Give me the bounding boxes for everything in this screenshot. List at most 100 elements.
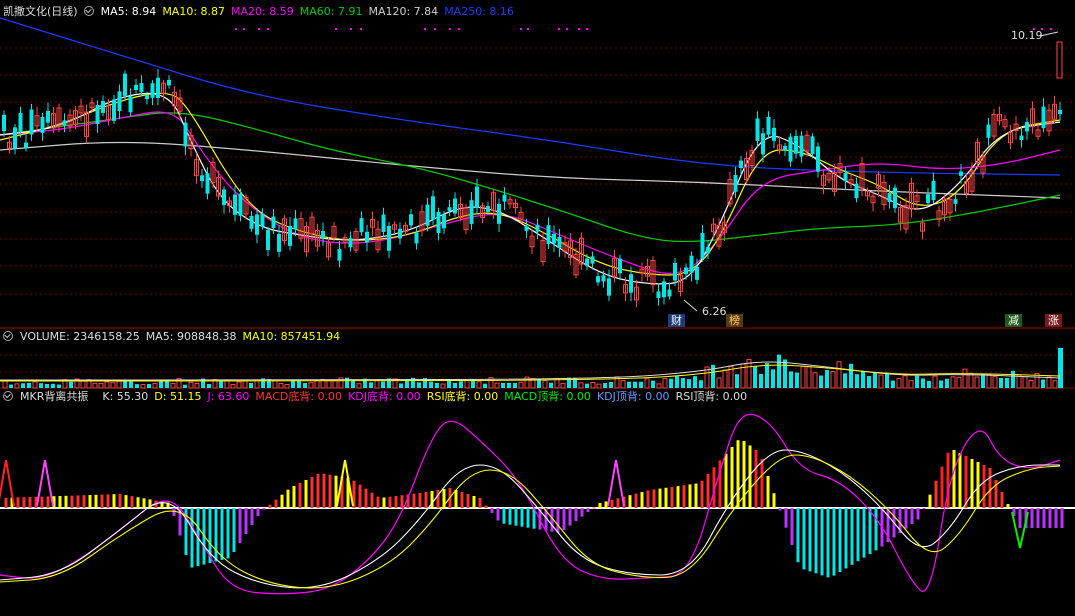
candle-body-down bbox=[524, 226, 529, 231]
candle-body-down bbox=[502, 194, 507, 202]
event-badge-limitup[interactable]: 涨 bbox=[1045, 314, 1062, 327]
volume-bar bbox=[867, 376, 871, 388]
volume-bar bbox=[147, 383, 151, 388]
volume-ma5-line bbox=[0, 361, 1061, 381]
candle-body-down bbox=[475, 186, 479, 208]
volume-settings-icon[interactable] bbox=[3, 331, 13, 341]
macd-histogram-bar bbox=[16, 497, 20, 508]
volume-bar bbox=[507, 382, 511, 388]
macd-histogram-bar bbox=[802, 508, 806, 570]
candle-body-down bbox=[2, 114, 6, 132]
macd-histogram-bar bbox=[592, 507, 596, 509]
event-badge-rank[interactable]: 榜 bbox=[726, 314, 743, 327]
candle-body-down bbox=[348, 237, 353, 248]
volume-bar bbox=[1041, 379, 1045, 388]
volume-bar bbox=[735, 374, 739, 388]
settings-circle-icon[interactable] bbox=[83, 6, 94, 16]
candle-last bbox=[1056, 41, 1063, 79]
volume-bar bbox=[908, 380, 914, 389]
macd-histogram-bar bbox=[910, 508, 914, 524]
volume-bar bbox=[560, 382, 566, 389]
volume-bar bbox=[165, 381, 169, 388]
macd-histogram-bar bbox=[124, 495, 128, 508]
volume-bar bbox=[1011, 370, 1015, 388]
ind-label-3: MACD底背: 0.00 bbox=[255, 390, 343, 403]
macd-histogram-bar bbox=[586, 508, 590, 512]
candle-body-down bbox=[469, 200, 474, 225]
candle-body-down bbox=[271, 216, 276, 229]
volume-bar bbox=[1052, 380, 1058, 389]
macd-histogram-bar bbox=[976, 462, 980, 508]
volume-bar bbox=[873, 372, 877, 388]
volume-bar bbox=[278, 382, 284, 389]
candle-body-down bbox=[205, 173, 210, 194]
volume-bar bbox=[513, 382, 517, 388]
macd-histogram-bar bbox=[172, 508, 176, 516]
macd-histogram-bar bbox=[460, 492, 464, 508]
macd-histogram-bar bbox=[832, 508, 836, 576]
macd-histogram-bar bbox=[328, 474, 332, 508]
macd-histogram-bar bbox=[1000, 492, 1004, 508]
macd-histogram-bar bbox=[556, 508, 560, 533]
macd-histogram-bar bbox=[274, 499, 278, 508]
volume-bar bbox=[830, 370, 836, 389]
candle-body-down bbox=[150, 83, 155, 98]
event-badge-reduce[interactable]: 减 bbox=[1005, 314, 1022, 327]
candle-body-down bbox=[62, 120, 67, 126]
macd-histogram-bar bbox=[868, 508, 872, 554]
signal-dot bbox=[458, 28, 460, 30]
macd-histogram-bar bbox=[250, 508, 254, 525]
volume-bar bbox=[956, 376, 962, 389]
signal-dot bbox=[586, 28, 588, 30]
volume-bar bbox=[1022, 376, 1028, 389]
macd-histogram-bar bbox=[940, 466, 944, 508]
candle-body-down bbox=[788, 136, 793, 162]
ind-label-1: D: 51.15 bbox=[154, 390, 202, 403]
candle-body-down bbox=[436, 211, 441, 233]
candle-body-down bbox=[497, 203, 501, 224]
macd-histogram-bar bbox=[562, 508, 566, 530]
macd-histogram-bar bbox=[478, 498, 482, 508]
ma-label-5: MA250: 8.16 bbox=[444, 5, 514, 18]
macd-histogram-bar bbox=[598, 503, 602, 508]
macd-histogram-bar bbox=[238, 508, 242, 543]
ma120-line bbox=[0, 141, 1061, 199]
volume-bar bbox=[459, 381, 463, 388]
candle-body-down bbox=[134, 84, 138, 90]
macd-histogram-bar bbox=[682, 485, 686, 508]
macd-histogram-bar bbox=[496, 508, 500, 521]
indicator-settings-icon[interactable] bbox=[3, 391, 13, 401]
macd-histogram-bar bbox=[772, 493, 776, 508]
macd-histogram-bar bbox=[418, 493, 422, 508]
macd-histogram-bar bbox=[580, 508, 584, 517]
volume-bar bbox=[21, 383, 25, 388]
macd-histogram-bar bbox=[1042, 508, 1046, 528]
macd-histogram-bar bbox=[646, 490, 650, 508]
stock-chart-canvas[interactable] bbox=[0, 0, 1075, 616]
macd-histogram-bar bbox=[694, 483, 698, 508]
stock-title[interactable]: 凯撒文化(日线) bbox=[3, 5, 78, 19]
volume-bar bbox=[825, 370, 829, 388]
volume-panel-header: VOLUME: 2346158.25 MA5: 908848.38 MA10: … bbox=[3, 330, 340, 344]
volume-bar bbox=[110, 382, 116, 389]
macd-histogram-bar bbox=[376, 496, 380, 508]
macd-histogram-bar bbox=[484, 505, 488, 508]
candle-body-down bbox=[926, 194, 930, 204]
ind-label-2: J: 63.60 bbox=[207, 390, 250, 403]
indicator-name[interactable]: MKR背离共振 bbox=[20, 390, 88, 404]
volume-bar bbox=[549, 382, 553, 388]
signal-dot bbox=[520, 28, 522, 30]
volume-bar bbox=[644, 378, 650, 389]
candle-body-down bbox=[596, 276, 600, 283]
candle-body-down bbox=[321, 230, 325, 239]
volume-bar bbox=[249, 382, 253, 388]
signal-triangle bbox=[607, 459, 625, 507]
candle-body-down bbox=[761, 133, 765, 155]
volume-bar bbox=[992, 375, 998, 389]
event-badge-finance[interactable]: 财 bbox=[668, 314, 685, 327]
candle-body-down bbox=[101, 100, 105, 113]
macd-histogram-bar bbox=[934, 480, 938, 508]
macd-histogram-bar bbox=[46, 496, 50, 508]
macd-histogram-bar bbox=[916, 508, 920, 520]
macd-histogram-bar bbox=[856, 508, 860, 562]
